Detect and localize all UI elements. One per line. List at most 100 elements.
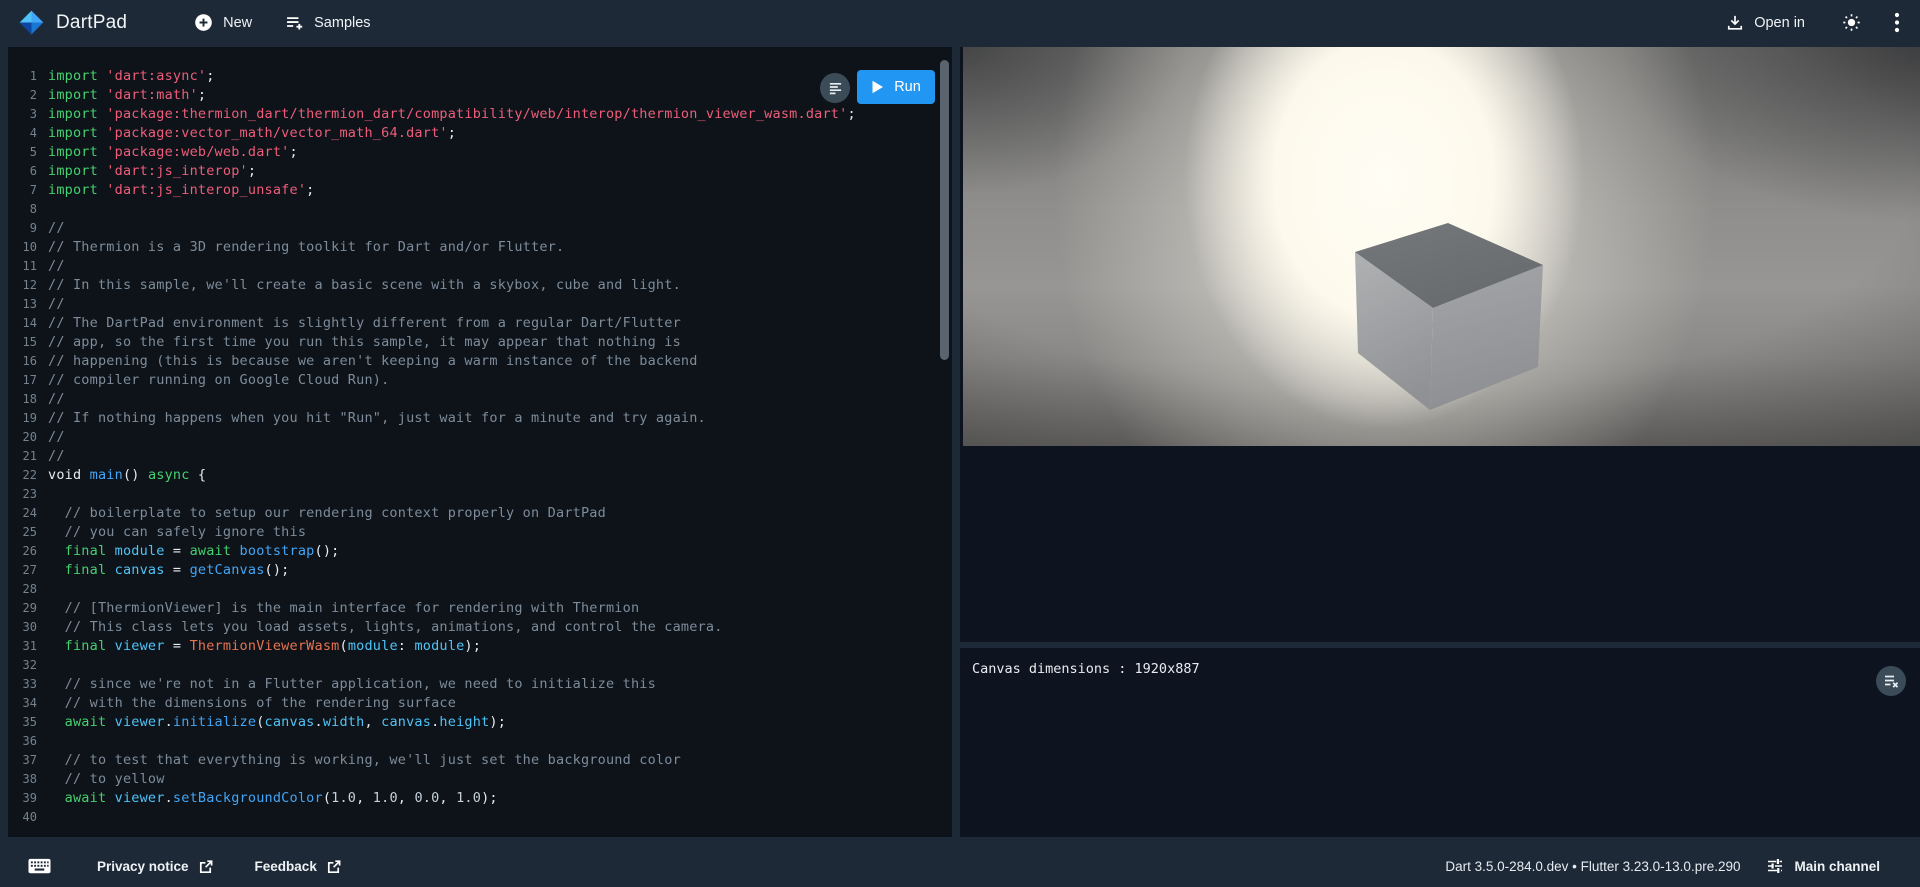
line-number: 10 (8, 238, 48, 257)
code-text: // (48, 295, 65, 314)
code-line[interactable]: 1import 'dart:async'; (8, 67, 952, 86)
code-line[interactable]: 8 (8, 200, 952, 219)
output-column: Canvas dimensions : 1920x887 (960, 47, 1920, 837)
line-number: 2 (8, 86, 48, 105)
line-number: 37 (8, 751, 48, 770)
more-vert-icon (1894, 12, 1900, 33)
line-number: 3 (8, 105, 48, 124)
code-line[interactable]: 24 // boilerplate to setup our rendering… (8, 504, 952, 523)
code-line[interactable]: 23 (8, 485, 952, 504)
code-text: // This class lets you load assets, ligh… (48, 618, 723, 637)
code-lines: 1import 'dart:async';2import 'dart:math'… (8, 67, 952, 827)
line-number: 30 (8, 618, 48, 637)
dartpad-app: DartPad New Samples (0, 0, 1920, 887)
clear-console-icon (1883, 673, 1899, 689)
samples-button[interactable]: Samples (284, 12, 370, 33)
line-number: 14 (8, 314, 48, 333)
line-number: 40 (8, 808, 48, 827)
code-text: final module = await bootstrap(); (48, 542, 339, 561)
new-button[interactable]: New (193, 12, 252, 33)
line-number: 6 (8, 162, 48, 181)
open-in-button[interactable]: Open in (1725, 13, 1805, 33)
code-line[interactable]: 5import 'package:web/web.dart'; (8, 143, 952, 162)
code-line[interactable]: 27 final canvas = getCanvas(); (8, 561, 952, 580)
line-number: 28 (8, 580, 48, 599)
theme-toggle-button[interactable] (1841, 12, 1862, 33)
code-line[interactable]: 40 (8, 808, 952, 827)
code-text: // happening (this is because we aren't … (48, 352, 698, 371)
code-line[interactable]: 18// (8, 390, 952, 409)
line-number: 5 (8, 143, 48, 162)
line-number: 26 (8, 542, 48, 561)
code-editor[interactable]: 1import 'dart:async';2import 'dart:math'… (8, 47, 952, 837)
code-text: await viewer.setBackgroundColor(1.0, 1.0… (48, 789, 498, 808)
code-text: import 'dart:async'; (48, 67, 215, 86)
code-line[interactable]: 19// If nothing happens when you hit "Ru… (8, 409, 952, 428)
code-line[interactable]: 13// (8, 295, 952, 314)
app-title: DartPad (56, 12, 127, 34)
line-number: 4 (8, 124, 48, 143)
code-line[interactable]: 20// (8, 428, 952, 447)
frame-output-panel (960, 47, 1920, 642)
code-text: final canvas = getCanvas(); (48, 561, 290, 580)
code-line[interactable]: 2import 'dart:math'; (8, 86, 952, 105)
privacy-notice-link[interactable]: Privacy notice (97, 859, 213, 874)
code-line[interactable]: 33 // since we're not in a Flutter appli… (8, 675, 952, 694)
code-line[interactable]: 22void main() async { (8, 466, 952, 485)
code-line[interactable]: 25 // you can safely ignore this (8, 523, 952, 542)
code-line[interactable]: 30 // This class lets you load assets, l… (8, 618, 952, 637)
code-line[interactable]: 6import 'dart:js_interop'; (8, 162, 952, 181)
code-line[interactable]: 29 // [ThermionViewer] is the main inter… (8, 599, 952, 618)
render-canvas[interactable] (963, 47, 1920, 446)
code-line[interactable]: 10// Thermion is a 3D rendering toolkit … (8, 238, 952, 257)
code-line[interactable]: 26 final module = await bootstrap(); (8, 542, 952, 561)
dartpad-logo-icon (18, 9, 45, 36)
code-editor-panel: 1import 'dart:async';2import 'dart:math'… (8, 47, 952, 837)
code-line[interactable]: 9// (8, 219, 952, 238)
code-line[interactable]: 11// (8, 257, 952, 276)
code-line[interactable]: 3import 'package:thermion_dart/thermion_… (8, 105, 952, 124)
code-line[interactable]: 12// In this sample, we'll create a basi… (8, 276, 952, 295)
line-number: 34 (8, 694, 48, 713)
line-number: 13 (8, 295, 48, 314)
code-line[interactable]: 15// app, so the first time you run this… (8, 333, 952, 352)
code-line[interactable]: 28 (8, 580, 952, 599)
code-line[interactable]: 21// (8, 447, 952, 466)
code-line[interactable]: 17// compiler running on Google Cloud Ru… (8, 371, 952, 390)
clear-console-button[interactable] (1876, 666, 1906, 696)
code-line[interactable]: 35 await viewer.initialize(canvas.width,… (8, 713, 952, 732)
code-text: import 'package:web/web.dart'; (48, 143, 298, 162)
line-number: 35 (8, 713, 48, 732)
line-number: 38 (8, 770, 48, 789)
console-panel: Canvas dimensions : 1920x887 (960, 648, 1920, 837)
code-text: // (48, 219, 65, 238)
code-line[interactable]: 34 // with the dimensions of the renderi… (8, 694, 952, 713)
code-line[interactable]: 38 // to yellow (8, 770, 952, 789)
playlist-add-icon (284, 12, 305, 33)
feedback-label: Feedback (255, 859, 317, 874)
code-line[interactable]: 39 await viewer.setBackgroundColor(1.0, … (8, 789, 952, 808)
line-number: 22 (8, 466, 48, 485)
feedback-link[interactable]: Feedback (255, 859, 341, 874)
code-text: // In this sample, we'll create a basic … (48, 276, 681, 295)
code-line[interactable]: 37 // to test that everything is working… (8, 751, 952, 770)
code-line[interactable]: 7import 'dart:js_interop_unsafe'; (8, 181, 952, 200)
format-code-button[interactable] (820, 73, 850, 103)
keyboard-shortcuts-button[interactable] (28, 858, 51, 874)
code-text: // (48, 447, 65, 466)
line-number: 17 (8, 371, 48, 390)
code-line[interactable]: 14// The DartPad environment is slightly… (8, 314, 952, 333)
add-circle-icon (193, 12, 214, 33)
privacy-notice-label: Privacy notice (97, 859, 189, 874)
overflow-menu-button[interactable] (1894, 12, 1900, 33)
code-line[interactable]: 16// happening (this is because we aren'… (8, 352, 952, 371)
code-line[interactable]: 4import 'package:vector_math/vector_math… (8, 124, 952, 143)
channel-selector-button[interactable]: Main channel (1766, 857, 1880, 875)
line-number: 11 (8, 257, 48, 276)
code-line[interactable]: 32 (8, 656, 952, 675)
run-button[interactable]: Run (857, 70, 935, 104)
code-line[interactable]: 31 final viewer = ThermionViewerWasm(mod… (8, 637, 952, 656)
code-line[interactable]: 36 (8, 732, 952, 751)
download-icon (1725, 13, 1745, 33)
editor-scrollbar[interactable] (940, 60, 949, 360)
